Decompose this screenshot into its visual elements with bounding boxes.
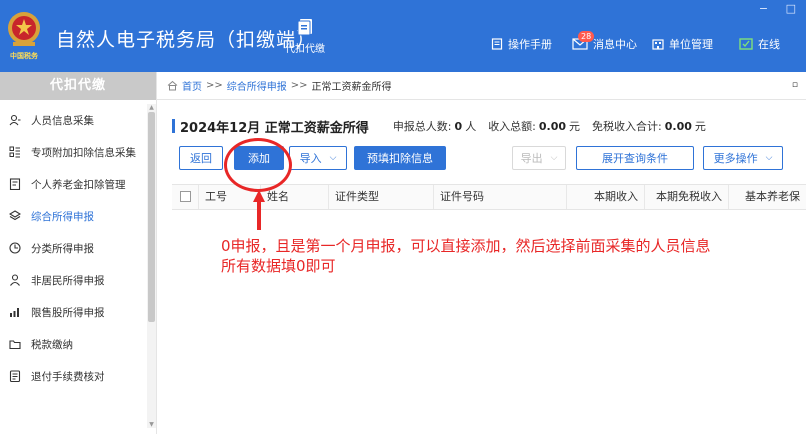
column-header-current-exempt[interactable]: 本期免税收入 (644, 185, 728, 209)
sidebar-item-label: 非居民所得申报 (31, 274, 105, 287)
annotation-line-1: 0申报，且是第一个月申报，可以直接添加，然后选择前面采集的人员信息 (221, 237, 711, 255)
sidebar-scrollbar[interactable]: ▲ ▼ (147, 104, 156, 428)
sidebar-scroll-thumb[interactable] (148, 112, 155, 322)
people-count-unit: 人 (465, 120, 477, 133)
person-info-icon (9, 114, 21, 126)
exempt-total-unit: 元 (694, 120, 706, 133)
summary-bar: 2024年12月 正常工资薪金所得 申报总人数: 0 人 收入总额: 0.00 … (172, 116, 718, 136)
folder-icon (9, 340, 21, 350)
person-outline-icon (10, 274, 20, 286)
sidebar-header: 代扣代缴 (0, 72, 156, 100)
exempt-total-label: 免税收入合计: (592, 120, 662, 133)
scroll-up-arrow-icon[interactable]: ▲ (147, 104, 156, 111)
layers-icon (9, 210, 21, 221)
chevron-down-icon: ⌵ (765, 153, 773, 163)
income-total-unit: 元 (569, 120, 581, 133)
building-icon (652, 39, 664, 50)
people-count-label: 申报总人数: (392, 120, 452, 133)
sidebar-item-label: 人员信息采集 (31, 114, 94, 127)
tool-withholding-label: 代扣代缴 (285, 44, 325, 55)
breadcrumb: 首页 >> 综合所得申报 >> 正常工资薪金所得 ▫ (157, 72, 806, 100)
select-all-checkbox[interactable] (180, 191, 191, 202)
people-count-value: 0 (454, 119, 463, 133)
message-count-badge: 28 (578, 31, 595, 42)
breadcrumb-comprehensive-link[interactable]: 综合所得申报 (227, 78, 287, 93)
checklist-icon (9, 370, 21, 382)
income-total-label: 收入总额: (488, 120, 536, 133)
breadcrumb-separator: >> (290, 80, 308, 91)
sidebar-item-tax-payment[interactable]: 税款缴纳 (0, 328, 156, 360)
tax-emblem-logo: 中国税务 (4, 6, 44, 66)
sidebar-item-special-deduction[interactable]: 专项附加扣除信息采集 (0, 136, 156, 168)
annotation-text: 0申报，且是第一个月申报，可以直接添加，然后选择前面采集的人员信息 所有数据填0… (221, 236, 711, 276)
sidebar-item-personnel-info[interactable]: 人员信息采集 (0, 104, 156, 136)
sidebar-item-restricted-shares[interactable]: 限售股所得申报 (0, 296, 156, 328)
menu-manual[interactable]: 操作手册 (491, 36, 552, 52)
sidebar-item-label: 退付手续费核对 (31, 370, 105, 383)
export-label: 导出 (520, 152, 543, 165)
export-dropdown-button[interactable]: 导出 ⌵ (512, 146, 566, 170)
breadcrumb-home-link[interactable]: 首页 (182, 78, 202, 93)
tool-withholding-button[interactable]: 代扣代缴 (282, 18, 328, 55)
bar-chart-icon (10, 308, 19, 317)
window-controls: − □ (745, 2, 796, 15)
logo-caption: 中国税务 (10, 52, 38, 60)
document-stack-icon (297, 19, 312, 36)
pie-clock-icon (9, 242, 21, 254)
more-actions-dropdown-button[interactable]: 更多操作 ⌵ (703, 146, 783, 170)
breadcrumb-separator: >> (206, 80, 223, 91)
sidebar-item-comprehensive-income[interactable]: 综合所得申报 (0, 200, 156, 232)
expand-query-button[interactable]: 展开查询条件 (576, 146, 694, 170)
menu-unit-management[interactable]: 单位管理 (652, 36, 713, 52)
annotation-arrow-icon (253, 190, 265, 230)
import-label: 导入 (299, 152, 322, 165)
menu-unit-label: 单位管理 (669, 38, 713, 51)
back-button[interactable]: 返回 (179, 146, 223, 170)
page-title: 2024年12月 正常工资薪金所得 (180, 120, 369, 136)
column-header-id-number[interactable]: 证件号码 (433, 185, 566, 209)
sidebar-item-fee-refund[interactable]: 退付手续费核对 (0, 360, 156, 392)
column-header-basic-pension[interactable]: 基本养老保 (728, 185, 806, 209)
sidebar-item-label: 税款缴纳 (31, 338, 73, 351)
income-total-value: 0.00 (538, 119, 567, 133)
menu-message-center[interactable]: 28 消息中心 (572, 31, 637, 52)
column-header-current-income[interactable]: 本期收入 (566, 185, 644, 209)
minimize-button[interactable]: − (759, 2, 768, 15)
column-header-id-type[interactable]: 证件类型 (328, 185, 433, 209)
sidebar-item-label: 专项附加扣除信息采集 (31, 146, 136, 159)
sidebar-item-classified-income[interactable]: 分类所得申报 (0, 232, 156, 264)
app-title: 自然人电子税务局（扣缴端） (56, 29, 317, 51)
annotation-line-2: 所有数据填0即可 (221, 257, 336, 275)
sidebar: 代扣代缴 人员信息采集 专项附加扣除信息采集 个人养老金扣除管理 综合所得申报 … (0, 72, 157, 434)
sidebar-item-pension[interactable]: 个人养老金扣除管理 (0, 168, 156, 200)
sidebar-item-label: 限售股所得申报 (31, 306, 105, 319)
manual-icon (491, 38, 503, 50)
pension-card-icon (9, 178, 21, 190)
import-dropdown-button[interactable]: 导入 ⌵ (289, 146, 347, 170)
prefill-deduction-button[interactable]: 预填扣除信息 (354, 146, 446, 170)
home-icon[interactable] (167, 80, 178, 91)
exempt-total-value: 0.00 (664, 119, 692, 133)
sidebar-item-label: 个人养老金扣除管理 (31, 178, 126, 191)
sidebar-item-label: 分类所得申报 (31, 242, 94, 255)
sidebar-item-non-resident[interactable]: 非居民所得申报 (0, 264, 156, 296)
more-actions-label: 更多操作 (713, 152, 758, 165)
maximize-button[interactable]: □ (786, 2, 796, 15)
annotation-circle (224, 138, 292, 192)
tab-close-icon[interactable]: ▫ (792, 80, 798, 90)
grid-list-icon (9, 146, 20, 158)
menu-online-status[interactable]: 在线 (739, 36, 780, 52)
online-check-icon (739, 38, 753, 50)
breadcrumb-current: 正常工资薪金所得 (311, 82, 392, 93)
sidebar-item-label: 综合所得申报 (31, 210, 94, 223)
menu-online-label: 在线 (758, 38, 780, 51)
section-accent-bar (172, 119, 175, 133)
scroll-down-arrow-icon[interactable]: ▼ (147, 421, 156, 428)
chevron-down-icon: ⌵ (329, 153, 337, 163)
menu-manual-label: 操作手册 (508, 38, 552, 51)
select-all-cell (172, 185, 198, 209)
title-bar: 中国税务 自然人电子税务局（扣缴端） 代扣代缴 − □ 操作手册 28 消息中心… (0, 0, 806, 72)
menu-message-label: 消息中心 (593, 38, 637, 51)
chevron-down-icon: ⌵ (550, 153, 558, 163)
